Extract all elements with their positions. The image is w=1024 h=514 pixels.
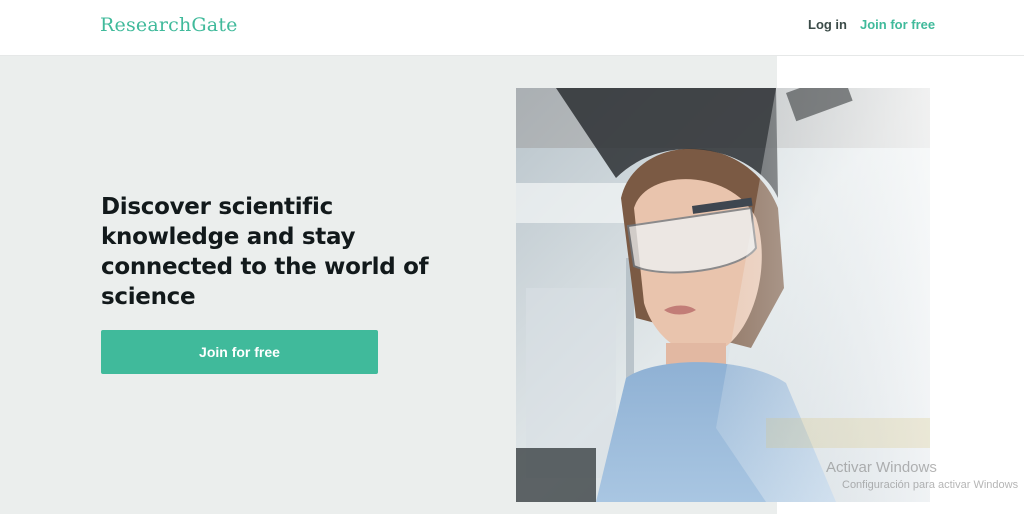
windows-activation-title: Activar Windows xyxy=(826,459,937,476)
join-link[interactable]: Join for free xyxy=(860,17,935,32)
login-link[interactable]: Log in xyxy=(808,17,847,32)
hero-headline: Discover scientific knowledge and stay c… xyxy=(101,194,429,310)
join-for-free-button[interactable]: Join for free xyxy=(101,330,378,374)
scientist-photo xyxy=(516,88,930,502)
top-header: ResearchGate Log in Join for free xyxy=(0,0,1024,56)
scientist-illustration xyxy=(516,88,930,502)
researchgate-logo[interactable]: ResearchGate xyxy=(100,14,238,36)
windows-activation-subtitle: Configuración para activar Windows xyxy=(842,479,1019,491)
